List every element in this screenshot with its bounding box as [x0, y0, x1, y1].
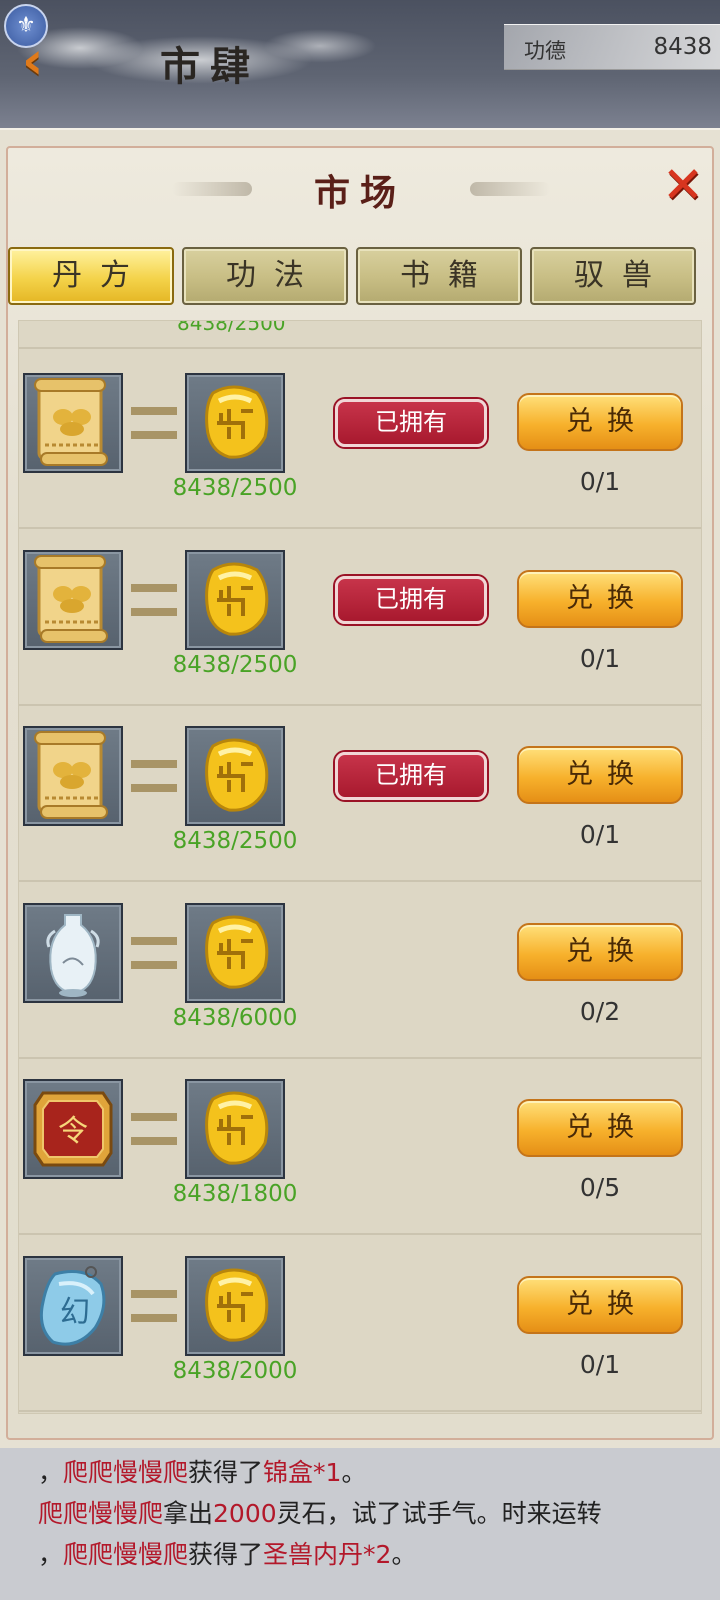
exchange-button[interactable]: 兑换 — [517, 746, 683, 804]
player-name[interactable]: 爬爬慢慢爬 — [63, 1540, 188, 1569]
exchange-button[interactable]: 兑换 — [517, 922, 683, 981]
page-title: 市肆 — [160, 43, 260, 90]
item-slot[interactable] — [23, 902, 123, 1003]
tab-beast-taming[interactable]: 驭兽 — [530, 247, 696, 305]
exchange-row: 幻 8438/2000 兑换 0/1 — [19, 1232, 701, 1412]
chat-text: 获得了 — [188, 1540, 264, 1569]
player-name[interactable]: 爬爬慢慢爬 — [63, 1458, 188, 1487]
spirit-stone-icon — [187, 905, 283, 1001]
cost-requirement: 8438/2500 — [172, 651, 298, 678]
exchange-limit: 0/1 — [579, 643, 621, 673]
merit-counter: 功德 8438 — [504, 24, 720, 70]
exchange-limit: 0/1 — [579, 820, 621, 849]
cost-requirement: 8438/6000 — [172, 1004, 298, 1031]
exchange-button[interactable]: 兑换 — [517, 393, 683, 451]
merit-value: 8438 — [653, 34, 712, 60]
item-slot[interactable]: 幻 — [23, 1255, 123, 1356]
svg-text:令: 令 — [58, 1114, 88, 1149]
item-name: 锦盒*1 — [263, 1458, 342, 1487]
exchange-limit: 0/1 — [579, 467, 621, 496]
chat-message: 爬爬慢慢爬拿出2000灵石，试了试手气。时来运转 — [38, 1493, 720, 1534]
exchange-button[interactable]: 兑换 — [517, 1099, 683, 1157]
tab-pill-recipes[interactable]: 丹方 — [8, 247, 174, 305]
equals-icon — [131, 407, 177, 439]
cost-requirement: 8438/1800 — [172, 1181, 298, 1207]
equals-icon — [131, 760, 177, 792]
item-slot[interactable]: 令 — [23, 1079, 123, 1179]
dialog-title: 市场 — [313, 172, 406, 214]
spirit-stone-icon — [187, 552, 283, 648]
cost-requirement: 8438/2500 — [172, 475, 298, 501]
chat-text: 。 — [391, 1540, 417, 1569]
cost-slot[interactable] — [185, 373, 285, 473]
cost-slot[interactable] — [185, 1079, 285, 1179]
cost-slot[interactable] — [185, 1255, 285, 1356]
exchange-list[interactable]: 8438/2500 8438/2500 已拥有 兑换 0/1 8438/2500… — [18, 320, 702, 1414]
chat-feed: ，爬爬慢慢爬获得了锦盒*1。 爬爬慢慢爬拿出2000灵石，试了试手气。时来运转 … — [0, 1448, 720, 1600]
jade-pendant-icon: 幻 — [25, 1258, 121, 1354]
category-tabs: 丹方 功法 书籍 驭兽 — [8, 247, 712, 307]
cost-requirement: 8438/2000 — [172, 1357, 298, 1384]
chat-message: ，爬爬慢慢爬获得了圣兽内丹*2。 — [38, 1534, 720, 1575]
spirit-stone-icon — [187, 728, 283, 824]
exchange-row: 8438/6000 兑换 0/2 — [19, 879, 701, 1059]
chat-message: ，爬爬慢慢爬获得了锦盒*1。 — [38, 1452, 720, 1493]
exchange-row: 8438/2500 已拥有 兑换 0/1 — [19, 349, 701, 529]
exchange-limit: 0/5 — [579, 1173, 621, 1202]
chat-text: 灵石，试了试手气。时来运转 — [276, 1499, 602, 1528]
chat-text: 。 — [341, 1458, 367, 1487]
spirit-stone-icon — [187, 375, 283, 471]
scrolled-item-need: 8438/2500 — [177, 320, 286, 335]
chat-text: ， — [38, 1458, 64, 1487]
exchange-limit: 0/2 — [579, 996, 621, 1026]
item-slot[interactable] — [23, 373, 123, 473]
chat-text: ， — [38, 1540, 64, 1569]
item-name: 圣兽内丹*2 — [263, 1540, 392, 1569]
exchange-row: 令 8438/1800 兑换 0/5 — [19, 1055, 701, 1235]
equals-icon — [131, 936, 177, 969]
item-slot[interactable] — [23, 549, 123, 650]
top-bar: ⚜ ‹ 市肆 功德 8438 — [0, 0, 720, 128]
amount: 2000 — [213, 1499, 277, 1528]
equals-icon — [131, 1113, 177, 1145]
exchange-row: 8438/2500 已拥有 兑换 0/1 — [19, 526, 701, 706]
market-dialog: 市场 ✕ 丹方 功法 书籍 驭兽 8438/2500 8438/2500 已拥有… — [0, 128, 720, 1448]
back-button[interactable]: ‹ — [22, 35, 62, 87]
spirit-stone-icon — [187, 1081, 283, 1177]
scroll-icon — [25, 552, 121, 648]
chat-text: 拿出 — [163, 1499, 214, 1528]
exchange-limit: 0/1 — [579, 1349, 621, 1379]
exchange-button[interactable]: 兑换 — [517, 569, 683, 628]
merit-label: 功德 — [524, 39, 566, 63]
player-name[interactable]: 爬爬慢慢爬 — [38, 1499, 163, 1528]
owned-badge: 已拥有 — [335, 752, 487, 800]
owned-badge: 已拥有 — [335, 575, 487, 624]
spirit-stone-icon — [187, 1258, 283, 1354]
token-plaque-icon: 令 — [25, 1081, 121, 1177]
item-slot[interactable] — [23, 726, 123, 826]
exchange-row: 8438/2500 已拥有 兑换 0/1 — [19, 702, 701, 882]
porcelain-vase-icon — [25, 905, 121, 1001]
owned-badge: 已拥有 — [335, 399, 487, 447]
scroll-icon — [25, 375, 121, 471]
close-icon[interactable]: ✕ — [660, 160, 706, 210]
tab-techniques[interactable]: 功法 — [182, 247, 348, 305]
cost-slot[interactable] — [185, 549, 285, 650]
cost-slot[interactable] — [185, 902, 285, 1003]
cost-slot[interactable] — [185, 726, 285, 826]
exchange-button[interactable]: 兑换 — [517, 1275, 683, 1334]
equals-icon — [131, 583, 177, 616]
chat-text: 获得了 — [188, 1458, 264, 1487]
tab-books[interactable]: 书籍 — [356, 247, 522, 305]
cost-requirement: 8438/2500 — [172, 828, 298, 854]
svg-text:幻: 幻 — [60, 1295, 90, 1330]
scroll-icon — [25, 728, 121, 824]
equals-icon — [131, 1289, 177, 1322]
